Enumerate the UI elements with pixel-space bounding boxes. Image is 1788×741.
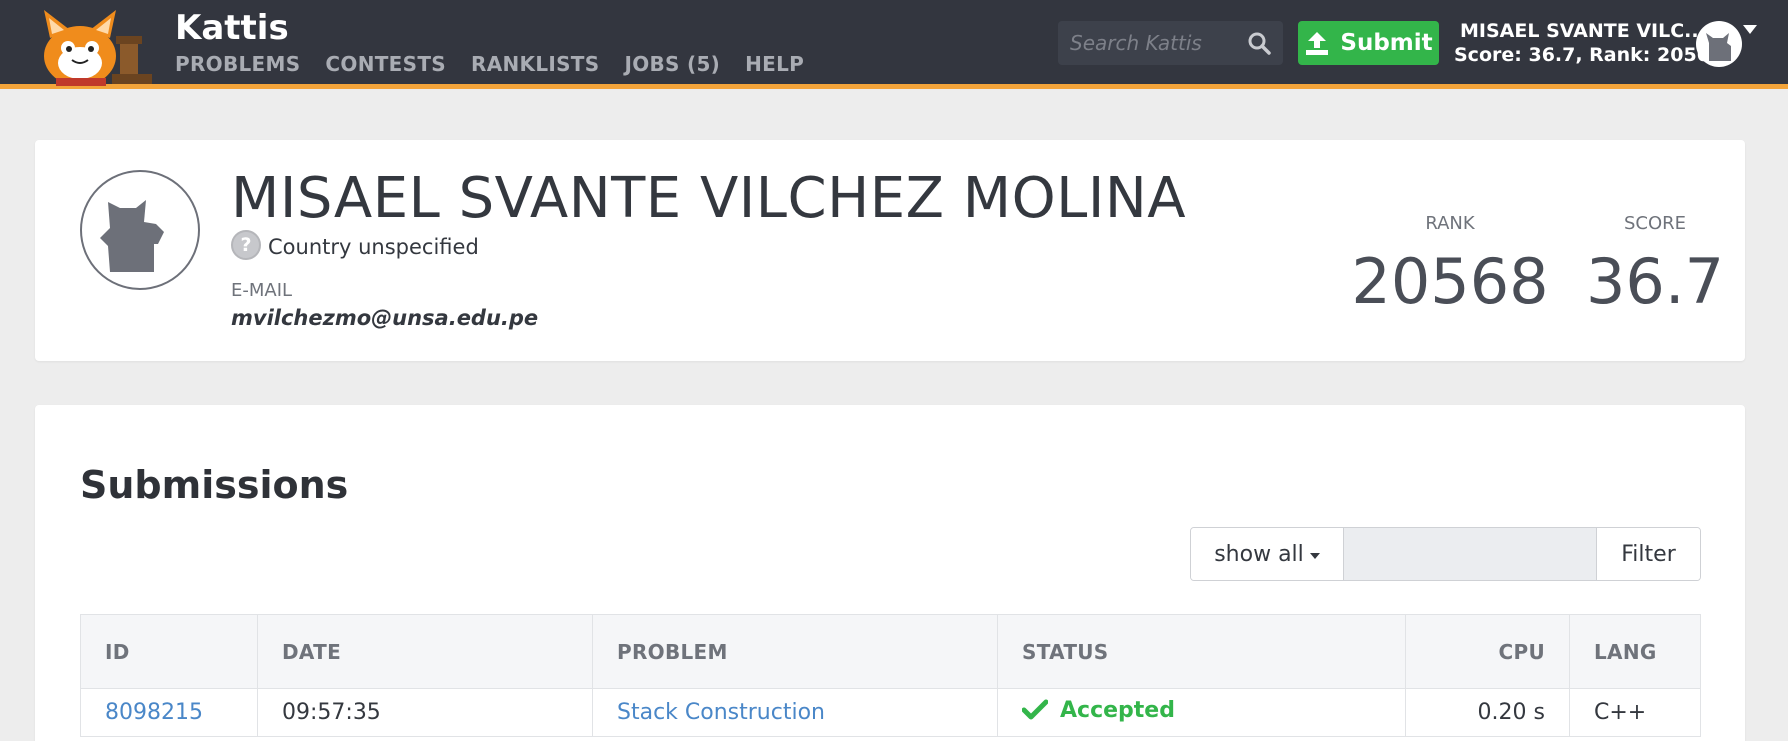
rank-value: 20568 <box>1351 245 1549 318</box>
user-avatar[interactable] <box>1696 21 1742 67</box>
profile-name: MISAEL SVANTE VILCHEZ MOLINA <box>231 166 1187 231</box>
filter-input[interactable] <box>1344 528 1597 580</box>
rank-label: RANK <box>1425 213 1475 234</box>
submission-filter: show all Filter <box>1190 527 1701 581</box>
submit-button[interactable]: Submit <box>1298 21 1439 65</box>
search-input[interactable] <box>1058 21 1238 65</box>
nav-problems[interactable]: PROBLEMS <box>175 52 300 76</box>
col-lang[interactable]: LANG <box>1569 614 1701 689</box>
cell-status: Accepted <box>997 688 1406 737</box>
status-badge: Accepted <box>1022 698 1175 723</box>
upload-icon <box>1306 32 1329 55</box>
col-date[interactable]: DATE <box>257 614 593 689</box>
profile-avatar <box>80 170 200 290</box>
filter-button[interactable]: Filter <box>1597 528 1700 580</box>
filter-select-label: show all <box>1214 541 1304 567</box>
submissions-title: Submissions <box>80 463 349 507</box>
cell-problem: Stack Construction <box>592 688 998 737</box>
user-score: Score: 36.7, Rank: 20568 <box>1454 44 1724 66</box>
score-label: SCORE <box>1623 213 1687 234</box>
col-id[interactable]: ID <box>80 614 258 689</box>
main-nav: PROBLEMS CONTESTS RANKLISTS JOBS (5) HEL… <box>175 52 804 76</box>
cell-id: 8098215 <box>80 688 258 737</box>
submission-id-link[interactable]: 8098215 <box>105 700 203 725</box>
col-status[interactable]: STATUS <box>997 614 1406 689</box>
top-navbar: Kattis PROBLEMS CONTESTS RANKLISTS JOBS … <box>0 0 1788 89</box>
nav-ranklists[interactable]: RANKLISTS <box>471 52 599 76</box>
status-text: Accepted <box>1060 697 1175 723</box>
profile-card: MISAEL SVANTE VILCHEZ MOLINA ? Country u… <box>35 140 1745 361</box>
table-row: 8098215 09:57:35 Stack Construction Acce… <box>80 688 1701 737</box>
kattis-logo[interactable] <box>32 8 157 86</box>
email-label: E-MAIL <box>231 280 293 301</box>
default-avatar-icon <box>1706 33 1731 61</box>
nav-jobs[interactable]: JOBS (5) <box>624 52 720 76</box>
user-name[interactable]: MISAEL SVANTE VILC... <box>1460 20 1706 42</box>
search-icon[interactable] <box>1247 31 1271 55</box>
col-cpu[interactable]: CPU <box>1405 614 1570 689</box>
default-avatar-icon <box>100 200 164 272</box>
checkmark-icon <box>1022 699 1048 720</box>
search-box <box>1058 21 1283 65</box>
score-value: 36.7 <box>1585 245 1725 318</box>
country-text: Country unspecified <box>268 235 479 259</box>
cell-lang: C++ <box>1569 688 1701 737</box>
nav-contests[interactable]: CONTESTS <box>325 52 446 76</box>
filter-select[interactable]: show all <box>1191 528 1344 580</box>
brand-name[interactable]: Kattis <box>175 8 289 48</box>
caret-down-icon <box>1309 552 1320 559</box>
cell-cpu: 0.20 s <box>1405 688 1570 737</box>
email-value: mvilchezmo@unsa.edu.pe <box>231 306 539 330</box>
cell-date: 09:57:35 <box>257 688 593 737</box>
nav-help[interactable]: HELP <box>745 52 804 76</box>
submissions-card: Submissions show all Filter ID DATE PROB… <box>35 405 1745 741</box>
country-unknown-icon: ? <box>231 230 261 260</box>
submit-label: Submit <box>1340 30 1433 56</box>
problem-link[interactable]: Stack Construction <box>617 700 825 725</box>
user-menu-caret-icon[interactable] <box>1743 25 1757 34</box>
col-problem[interactable]: PROBLEM <box>592 614 998 689</box>
submissions-table: ID DATE PROBLEM STATUS CPU LANG 8098215 … <box>80 614 1701 737</box>
table-header-row: ID DATE PROBLEM STATUS CPU LANG <box>80 614 1701 689</box>
